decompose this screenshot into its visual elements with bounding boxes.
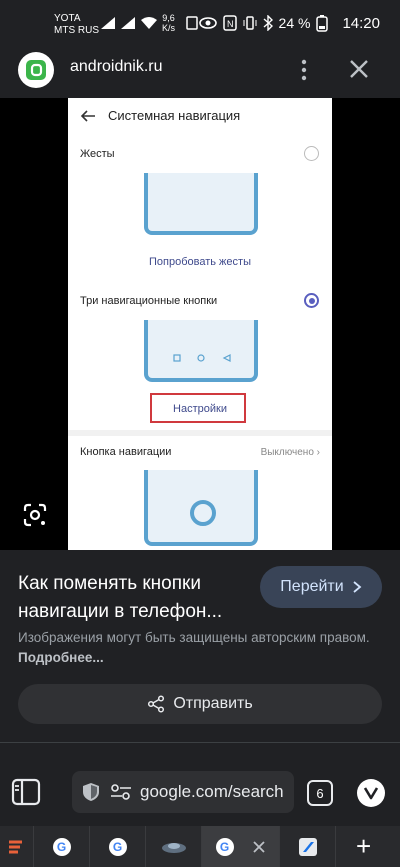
- tab-active[interactable]: G: [202, 826, 280, 867]
- sim-icon: [186, 16, 198, 30]
- close-icon[interactable]: [346, 56, 372, 82]
- article-screenshot: Системная навигация Жесты Попробовать же…: [68, 98, 332, 550]
- car-favicon-icon: [161, 842, 186, 853]
- close-tab-icon[interactable]: [252, 840, 266, 854]
- panel-icon[interactable]: [10, 776, 42, 808]
- eye-icon: [198, 17, 217, 29]
- vivaldi-menu-button[interactable]: [357, 779, 385, 807]
- result-title[interactable]: Как поменять кнопки навигации в телефон.…: [18, 570, 248, 626]
- tab-3[interactable]: G: [90, 826, 146, 867]
- carrier-mts: MTS RUS: [54, 25, 99, 36]
- androidnik-logo-icon: [26, 60, 46, 80]
- signal-icon: [101, 17, 115, 29]
- visit-button-label: Перейти: [280, 578, 344, 595]
- tab-2[interactable]: G: [34, 826, 90, 867]
- gestures-phone-illustration: [144, 173, 258, 235]
- shot-divider: [68, 430, 332, 436]
- browser-toolbar: google.com/search 6: [0, 762, 400, 824]
- google-lens-icon[interactable]: [22, 502, 48, 528]
- shield-icon[interactable]: [80, 781, 102, 803]
- nav-button-value: Выключено ›: [260, 447, 320, 458]
- gestures-label: Жесты: [80, 148, 115, 160]
- clock: 14:20: [342, 14, 380, 32]
- google-favicon-icon: G: [52, 837, 71, 856]
- tab-count: 6: [316, 785, 324, 801]
- battery-icon: [316, 15, 329, 32]
- more-vert-icon[interactable]: [294, 57, 314, 83]
- shot-title: Системная навигация: [108, 108, 241, 123]
- try-gestures-link: Попробовать жесты: [149, 256, 251, 268]
- nfc-icon: N: [222, 15, 237, 31]
- three-buttons-label: Три навигационные кнопки: [80, 295, 218, 307]
- separator: [0, 742, 400, 743]
- vivaldi-icon: [363, 787, 379, 800]
- visit-button[interactable]: Перейти: [260, 566, 382, 608]
- three-buttons-radio: [304, 293, 319, 308]
- app-header: androidnik.ru: [0, 48, 400, 98]
- net-speed-value: 9,6: [162, 13, 175, 23]
- new-tab-icon[interactable]: +: [356, 833, 371, 859]
- url-text[interactable]: google.com/search: [140, 782, 284, 802]
- net-speed: 9,6 K/s: [162, 13, 175, 33]
- chevron-right-icon: [353, 581, 362, 593]
- google-favicon-icon: G: [108, 837, 127, 856]
- carrier-yota: YOTA: [54, 13, 81, 24]
- share-button[interactable]: Отправить: [18, 684, 382, 724]
- shot-header: Системная навигация: [80, 108, 240, 123]
- gestures-radio: [304, 146, 319, 161]
- copyright-note: Изображения могут быть защищены авторски…: [18, 628, 388, 668]
- google-favicon-icon: G: [215, 837, 234, 856]
- image-preview[interactable]: Системная навигация Жесты Попробовать же…: [0, 98, 400, 550]
- wifi-icon: [141, 17, 157, 29]
- status-bar: YOTA MTS RUS 9,6 K/s N 24 % 14:20: [0, 0, 400, 48]
- site-favicon: [18, 52, 54, 88]
- tune-icon[interactable]: [110, 783, 132, 801]
- nav-buttons-icon: [173, 354, 231, 362]
- site-favicon-icon: [8, 840, 22, 853]
- copyright-text: Изображения могут быть защищены авторски…: [18, 630, 370, 645]
- battery-percent: 24 %: [278, 15, 311, 31]
- status-right: N 24 % 14:20: [198, 14, 380, 32]
- tab-6[interactable]: [280, 826, 336, 867]
- site-name[interactable]: androidnik.ru: [70, 58, 163, 76]
- tab-4[interactable]: [146, 826, 202, 867]
- tab-switcher-button[interactable]: 6: [307, 780, 333, 806]
- floating-nav-button-icon: [190, 500, 216, 526]
- learn-more-link[interactable]: Подробнее...: [18, 650, 104, 665]
- address-bar[interactable]: google.com/search: [72, 771, 294, 813]
- highlight-box: [150, 393, 246, 423]
- vibrate-icon: [243, 16, 257, 30]
- nav-button-label: Кнопка навигации: [80, 446, 172, 458]
- bluetooth-icon: [263, 15, 273, 31]
- share-icon: [148, 695, 165, 713]
- carrier-info: YOTA MTS RUS: [54, 13, 99, 37]
- back-arrow-icon: [80, 109, 95, 122]
- nav-button-phone-illustration: [144, 470, 258, 546]
- net-speed-unit: K/s: [162, 23, 176, 33]
- tab-1[interactable]: [0, 826, 34, 867]
- svg-text:N: N: [227, 19, 234, 29]
- buttons-phone-illustration: [144, 320, 258, 382]
- app-favicon-icon: [298, 837, 317, 856]
- share-button-label: Отправить: [173, 695, 253, 712]
- signal-icon-2: [121, 17, 135, 29]
- tab-strip: G G G +: [0, 826, 400, 867]
- nav-button-value-text: Выключено: [260, 447, 314, 458]
